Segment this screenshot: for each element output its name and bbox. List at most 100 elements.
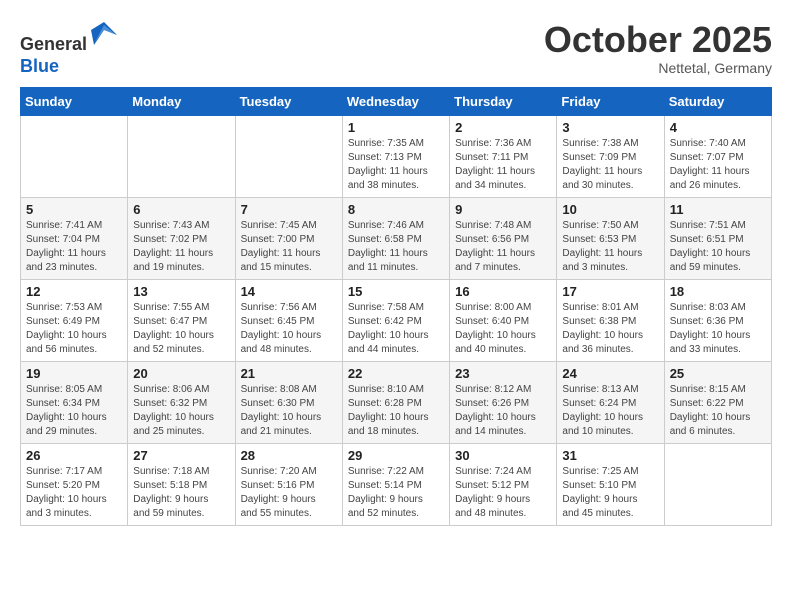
day-info: Sunrise: 7:24 AM Sunset: 5:12 PM Dayligh…: [455, 465, 551, 521]
day-info: Sunrise: 8:05 AM Sunset: 6:34 PM Dayligh…: [26, 383, 122, 439]
day-number: 10: [562, 202, 658, 217]
calendar-day-cell: 29 Sunrise: 7:22 AM Sunset: 5:14 PM Dayli…: [342, 444, 449, 526]
day-info: Sunrise: 8:06 AM Sunset: 6:32 PM Dayligh…: [133, 383, 229, 439]
calendar-day-cell: 7 Sunrise: 7:45 AM Sunset: 7:00 PM Daylig…: [235, 198, 342, 280]
day-info: Sunrise: 8:08 AM Sunset: 6:30 PM Dayligh…: [241, 383, 337, 439]
day-info: Sunrise: 7:25 AM Sunset: 5:10 PM Dayligh…: [562, 465, 658, 521]
day-number: 18: [670, 284, 766, 299]
calendar-day-cell: 15 Sunrise: 7:58 AM Sunset: 6:42 PM Dayli…: [342, 280, 449, 362]
day-number: 2: [455, 120, 551, 135]
day-number: 30: [455, 448, 551, 463]
day-number: 7: [241, 202, 337, 217]
calendar-week-row: 12 Sunrise: 7:53 AM Sunset: 6:49 PM Dayli…: [21, 280, 772, 362]
day-number: 13: [133, 284, 229, 299]
day-number: 31: [562, 448, 658, 463]
day-number: 9: [455, 202, 551, 217]
calendar-day-cell: 3 Sunrise: 7:38 AM Sunset: 7:09 PM Daylig…: [557, 116, 664, 198]
day-number: 19: [26, 366, 122, 381]
day-info: Sunrise: 7:38 AM Sunset: 7:09 PM Dayligh…: [562, 137, 658, 193]
day-info: Sunrise: 8:15 AM Sunset: 6:22 PM Dayligh…: [670, 383, 766, 439]
weekday-header-monday: Monday: [128, 88, 235, 116]
weekday-header-saturday: Saturday: [664, 88, 771, 116]
calendar-day-cell: 2 Sunrise: 7:36 AM Sunset: 7:11 PM Daylig…: [450, 116, 557, 198]
calendar-day-cell: 8 Sunrise: 7:46 AM Sunset: 6:58 PM Daylig…: [342, 198, 449, 280]
location: Nettetal, Germany: [544, 60, 772, 76]
month-title: October 2025: [544, 20, 772, 60]
day-number: 20: [133, 366, 229, 381]
weekday-header-tuesday: Tuesday: [235, 88, 342, 116]
day-info: Sunrise: 8:10 AM Sunset: 6:28 PM Dayligh…: [348, 383, 444, 439]
day-info: Sunrise: 7:36 AM Sunset: 7:11 PM Dayligh…: [455, 137, 551, 193]
page-header: General Blue October 2025 Nettetal, Germ…: [20, 20, 772, 77]
calendar-day-cell: 18 Sunrise: 8:03 AM Sunset: 6:36 PM Dayli…: [664, 280, 771, 362]
day-number: 14: [241, 284, 337, 299]
calendar-day-cell: 6 Sunrise: 7:43 AM Sunset: 7:02 PM Daylig…: [128, 198, 235, 280]
day-number: 17: [562, 284, 658, 299]
calendar-day-cell: 22 Sunrise: 8:10 AM Sunset: 6:28 PM Dayli…: [342, 362, 449, 444]
day-number: 25: [670, 366, 766, 381]
day-info: Sunrise: 8:03 AM Sunset: 6:36 PM Dayligh…: [670, 301, 766, 357]
day-info: Sunrise: 7:55 AM Sunset: 6:47 PM Dayligh…: [133, 301, 229, 357]
logo-icon: [89, 20, 119, 50]
calendar-day-cell: [664, 444, 771, 526]
day-number: 15: [348, 284, 444, 299]
calendar-header-row: SundayMondayTuesdayWednesdayThursdayFrid…: [21, 88, 772, 116]
day-info: Sunrise: 7:41 AM Sunset: 7:04 PM Dayligh…: [26, 219, 122, 275]
calendar-day-cell: 9Sunrise: 7:48 AM Sunset: 6:56 PM Daylig…: [450, 198, 557, 280]
day-number: 5: [26, 202, 122, 217]
day-number: 1: [348, 120, 444, 135]
calendar-day-cell: 28 Sunrise: 7:20 AM Sunset: 5:16 PM Dayli…: [235, 444, 342, 526]
logo-text: General: [20, 20, 119, 56]
day-info: Sunrise: 7:17 AM Sunset: 5:20 PM Dayligh…: [26, 465, 122, 521]
day-number: 12: [26, 284, 122, 299]
calendar-day-cell: 20 Sunrise: 8:06 AM Sunset: 6:32 PM Dayli…: [128, 362, 235, 444]
day-number: 4: [670, 120, 766, 135]
day-number: 3: [562, 120, 658, 135]
day-info: Sunrise: 8:00 AM Sunset: 6:40 PM Dayligh…: [455, 301, 551, 357]
day-info: Sunrise: 7:43 AM Sunset: 7:02 PM Dayligh…: [133, 219, 229, 275]
calendar-week-row: 19 Sunrise: 8:05 AM Sunset: 6:34 PM Dayli…: [21, 362, 772, 444]
calendar-day-cell: 19 Sunrise: 8:05 AM Sunset: 6:34 PM Dayli…: [21, 362, 128, 444]
day-info: Sunrise: 7:56 AM Sunset: 6:45 PM Dayligh…: [241, 301, 337, 357]
day-number: 24: [562, 366, 658, 381]
day-info: Sunrise: 7:22 AM Sunset: 5:14 PM Dayligh…: [348, 465, 444, 521]
day-info: Sunrise: 7:20 AM Sunset: 5:16 PM Dayligh…: [241, 465, 337, 521]
calendar-week-row: 5 Sunrise: 7:41 AM Sunset: 7:04 PM Daylig…: [21, 198, 772, 280]
logo-general: General: [20, 34, 87, 54]
day-number: 22: [348, 366, 444, 381]
weekday-header-wednesday: Wednesday: [342, 88, 449, 116]
day-info: Sunrise: 8:13 AM Sunset: 6:24 PM Dayligh…: [562, 383, 658, 439]
calendar-day-cell: 12 Sunrise: 7:53 AM Sunset: 6:49 PM Dayli…: [21, 280, 128, 362]
day-number: 21: [241, 366, 337, 381]
day-number: 28: [241, 448, 337, 463]
day-number: 16: [455, 284, 551, 299]
day-number: 29: [348, 448, 444, 463]
weekday-header-thursday: Thursday: [450, 88, 557, 116]
day-number: 26: [26, 448, 122, 463]
calendar-day-cell: 31 Sunrise: 7:25 AM Sunset: 5:10 PM Dayli…: [557, 444, 664, 526]
calendar-day-cell: 27Sunrise: 7:18 AM Sunset: 5:18 PM Dayli…: [128, 444, 235, 526]
calendar-week-row: 1 Sunrise: 7:35 AM Sunset: 7:13 PM Daylig…: [21, 116, 772, 198]
day-info: Sunrise: 8:01 AM Sunset: 6:38 PM Dayligh…: [562, 301, 658, 357]
calendar-week-row: 26 Sunrise: 7:17 AM Sunset: 5:20 PM Dayli…: [21, 444, 772, 526]
weekday-header-friday: Friday: [557, 88, 664, 116]
calendar-day-cell: 21 Sunrise: 8:08 AM Sunset: 6:30 PM Dayli…: [235, 362, 342, 444]
day-info: Sunrise: 7:18 AM Sunset: 5:18 PM Dayligh…: [133, 465, 229, 521]
day-number: 8: [348, 202, 444, 217]
calendar-day-cell: [21, 116, 128, 198]
day-info: Sunrise: 7:51 AM Sunset: 6:51 PM Dayligh…: [670, 219, 766, 275]
calendar-day-cell: 17 Sunrise: 8:01 AM Sunset: 6:38 PM Dayli…: [557, 280, 664, 362]
day-number: 6: [133, 202, 229, 217]
day-info: Sunrise: 7:45 AM Sunset: 7:00 PM Dayligh…: [241, 219, 337, 275]
logo: General Blue: [20, 20, 119, 77]
day-info: Sunrise: 7:35 AM Sunset: 7:13 PM Dayligh…: [348, 137, 444, 193]
calendar-day-cell: 25 Sunrise: 8:15 AM Sunset: 6:22 PM Dayli…: [664, 362, 771, 444]
day-info: Sunrise: 7:53 AM Sunset: 6:49 PM Dayligh…: [26, 301, 122, 357]
calendar-day-cell: 4 Sunrise: 7:40 AM Sunset: 7:07 PM Daylig…: [664, 116, 771, 198]
calendar-day-cell: 30 Sunrise: 7:24 AM Sunset: 5:12 PM Dayli…: [450, 444, 557, 526]
calendar-day-cell: 13 Sunrise: 7:55 AM Sunset: 6:47 PM Dayli…: [128, 280, 235, 362]
day-info: Sunrise: 7:46 AM Sunset: 6:58 PM Dayligh…: [348, 219, 444, 275]
day-info: Sunrise: 7:40 AM Sunset: 7:07 PM Dayligh…: [670, 137, 766, 193]
day-info: Sunrise: 7:58 AM Sunset: 6:42 PM Dayligh…: [348, 301, 444, 357]
calendar-day-cell: 1 Sunrise: 7:35 AM Sunset: 7:13 PM Daylig…: [342, 116, 449, 198]
